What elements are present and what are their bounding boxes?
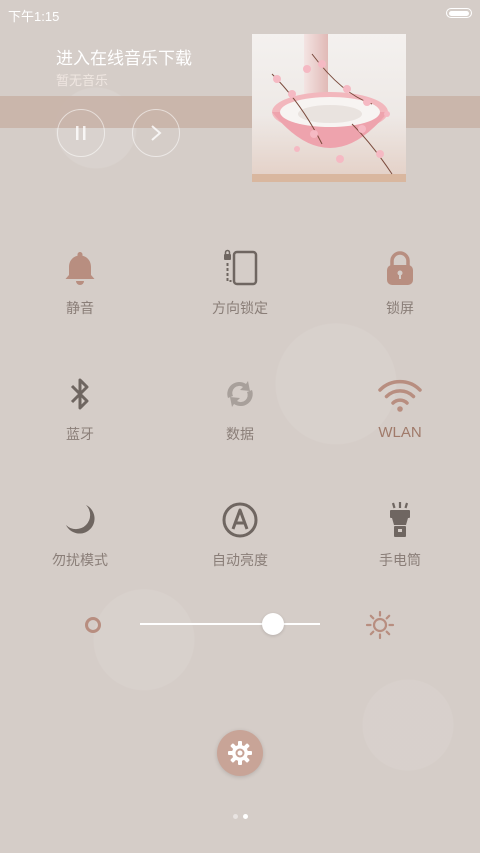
toggle-label: 手电筒 <box>379 552 421 568</box>
data-icon <box>227 381 253 407</box>
page-indicator-dot <box>233 814 238 819</box>
toggle-flashlight[interactable]: 手电筒 <box>340 500 460 570</box>
moon-icon <box>66 505 95 534</box>
toggle-label: 勿扰模式 <box>52 552 108 568</box>
brightness-high-icon <box>365 610 395 640</box>
flashlight-icon <box>390 502 410 537</box>
toggle-bluetooth[interactable]: 蓝牙 <box>20 374 140 444</box>
toggle-label: 自动亮度 <box>212 552 268 568</box>
status-bar: 下午1:15 <box>0 0 480 26</box>
rotation-lock-icon <box>224 249 258 286</box>
status-time: 下午1:15 <box>8 9 60 24</box>
toggle-label: 静音 <box>66 300 94 316</box>
toggle-wlan[interactable]: WLAN <box>340 374 460 441</box>
page-indicator-dot-active <box>243 814 248 819</box>
toggle-label: 蓝牙 <box>66 426 94 442</box>
album-art[interactable] <box>252 34 406 182</box>
toggle-do-not-disturb[interactable]: 勿扰模式 <box>20 500 140 570</box>
brightness-slider-track[interactable] <box>140 623 320 625</box>
toggle-rotation-lock[interactable]: 方向锁定 <box>180 248 300 318</box>
album-cover-image <box>252 34 406 182</box>
pause-icon <box>76 126 86 140</box>
lock-icon <box>387 251 413 285</box>
bluetooth-icon <box>70 378 89 410</box>
next-button[interactable] <box>132 109 180 157</box>
toggle-mute[interactable]: 静音 <box>20 248 140 318</box>
toggle-auto-brightness[interactable]: 自动亮度 <box>180 500 300 570</box>
settings-button[interactable] <box>217 730 263 776</box>
brightness-low-icon <box>85 617 101 633</box>
toggle-label: 方向锁定 <box>212 300 268 316</box>
music-artist: 暂无音乐 <box>56 73 109 88</box>
bell-icon <box>65 252 95 285</box>
toggle-label: 锁屏 <box>386 300 414 316</box>
music-title[interactable]: 进入在线音乐下载 <box>56 44 192 69</box>
chevron-right-icon <box>151 125 162 141</box>
toggle-label: WLAN <box>378 424 422 441</box>
toggle-label: 数据 <box>226 426 254 442</box>
wifi-icon <box>378 379 422 412</box>
toggle-lock-screen[interactable]: 锁屏 <box>340 248 460 318</box>
battery-icon <box>446 8 472 18</box>
auto-brightness-icon <box>222 502 258 538</box>
toggle-mobile-data[interactable]: 数据 <box>180 374 300 444</box>
gear-icon <box>228 741 252 765</box>
pause-button[interactable] <box>57 109 105 157</box>
